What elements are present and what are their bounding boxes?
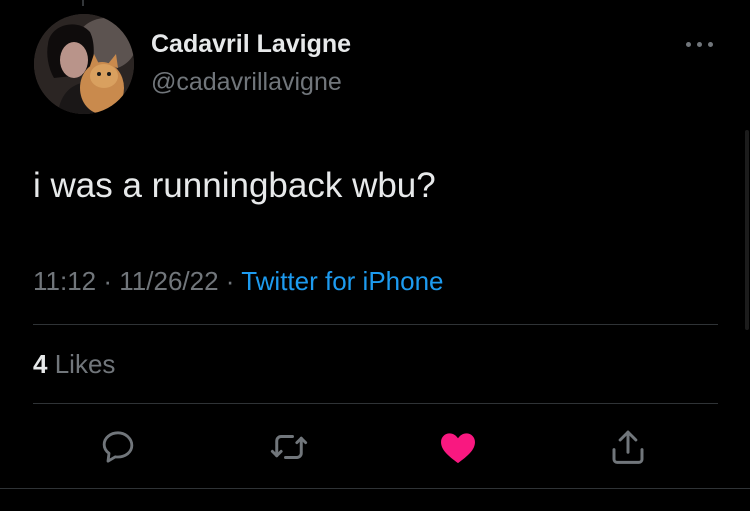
scrollbar[interactable]: [744, 130, 750, 330]
retweet-button[interactable]: [267, 425, 311, 469]
divider: [33, 324, 718, 325]
display-name[interactable]: Cadavril Lavigne: [151, 30, 351, 59]
like-button[interactable]: [436, 425, 480, 469]
tweet-time[interactable]: 11:12: [33, 266, 96, 296]
heart-icon: [441, 433, 475, 464]
user-handle[interactable]: @cadavrillavigne: [151, 68, 342, 97]
avatar-photo: [34, 14, 134, 114]
avatar[interactable]: [34, 14, 134, 114]
divider: [33, 403, 718, 404]
tweet-source-link[interactable]: Twitter for iPhone: [241, 266, 443, 296]
meta-separator: ·: [103, 266, 120, 296]
reply-icon: [102, 431, 134, 463]
divider: [0, 488, 750, 489]
scrollbar-thumb[interactable]: [744, 130, 750, 330]
likes-summary[interactable]: 4 Likes: [33, 349, 115, 380]
tweet-date[interactable]: 11/26/22: [119, 266, 218, 296]
tweet-metadata: 11:12 · 11/26/22 · Twitter for iPhone: [33, 266, 444, 297]
meta-separator: ·: [225, 266, 242, 296]
retweet-icon: [270, 435, 308, 459]
likes-label: Likes: [54, 349, 116, 379]
reply-button[interactable]: [96, 425, 140, 469]
share-button[interactable]: [606, 425, 650, 469]
thread-connector-line: [82, 0, 84, 6]
tweet-text: i was a runningback wbu?: [33, 166, 436, 205]
more-dots-icon[interactable]: [684, 32, 716, 56]
share-icon: [612, 430, 644, 464]
likes-count: 4: [33, 349, 48, 379]
